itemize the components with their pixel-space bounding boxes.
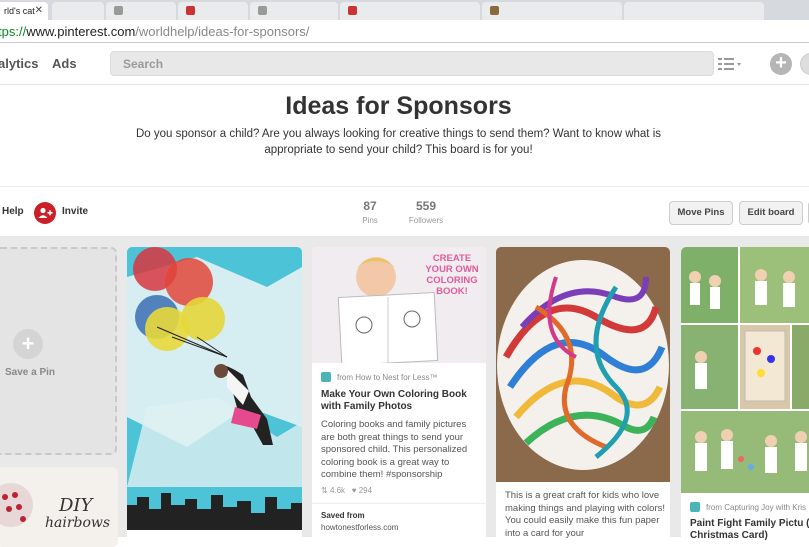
pin-card[interactable]: DIY hairbows bbox=[0, 467, 118, 547]
add-pin-button[interactable]: + bbox=[770, 53, 792, 75]
search-input[interactable]: Search bbox=[110, 51, 714, 76]
nav-ads[interactable]: Ads bbox=[52, 56, 77, 71]
pin-title[interactable]: Make Your Own Coloring Book with Family … bbox=[321, 389, 481, 413]
help-link[interactable]: Help bbox=[2, 206, 24, 217]
board-action-bar: Help Invite 87 Pins 559 Followers Move P… bbox=[0, 187, 809, 237]
save-pin-label: Save a Pin bbox=[5, 367, 56, 378]
pin-image-text: hairbows bbox=[45, 515, 111, 531]
browser-tab[interactable] bbox=[482, 2, 622, 20]
pin-description: Coloring books and family pictures are b… bbox=[321, 419, 468, 480]
browser-tab[interactable] bbox=[250, 2, 338, 20]
avatar[interactable] bbox=[800, 53, 809, 75]
search-placeholder: Search bbox=[123, 57, 164, 71]
pin-card[interactable]: from Capturing Joy with Kris Paint Fight… bbox=[681, 247, 809, 547]
repin-icon: ⇅ bbox=[321, 486, 330, 495]
browser-tab-bar: rld's cat ✕ bbox=[0, 0, 809, 20]
save-pin-placeholder[interactable]: + Save a Pin bbox=[0, 247, 117, 455]
edit-board-button[interactable]: Edit board bbox=[739, 201, 803, 225]
url-text[interactable]: tps://www.pinterest.com/worldhelp/ideas-… bbox=[0, 24, 309, 39]
browser-tab[interactable] bbox=[106, 2, 176, 20]
pin-image bbox=[496, 247, 670, 482]
pin-card[interactable]: CREATE YOUR OWN COLORING BOOK! from How … bbox=[312, 247, 486, 547]
pin-source[interactable]: from How to Nest for Less™ bbox=[321, 372, 437, 382]
heart-icon: ♥ bbox=[347, 486, 359, 495]
pin-grid: + Save a Pin DIY hairbows CREATE YOUR OW… bbox=[0, 237, 809, 547]
saved-from-url[interactable]: howtonestforless.com bbox=[321, 523, 398, 532]
invite-icon[interactable] bbox=[34, 202, 56, 224]
browser-tab-active[interactable]: rld's cat ✕ bbox=[0, 2, 48, 20]
board-title: Ideas for Sponsors bbox=[285, 92, 512, 120]
plus-icon: + bbox=[13, 329, 43, 359]
browser-tab[interactable] bbox=[52, 2, 104, 20]
pin-title[interactable]: Paint Fight Family Pictu (Our Christmas … bbox=[690, 518, 809, 542]
pin-image-text: DIY bbox=[59, 495, 93, 516]
list-view-icon[interactable] bbox=[718, 57, 742, 71]
browser-tab[interactable] bbox=[624, 2, 764, 20]
board-header: Ideas for Sponsors Do you sponsor a chil… bbox=[0, 85, 809, 187]
browser-tab[interactable] bbox=[340, 2, 480, 20]
followers-stat[interactable]: 559 Followers bbox=[406, 199, 446, 225]
pin-card[interactable]: This is a great craft for kids who love … bbox=[496, 247, 670, 547]
pin-source[interactable]: from Capturing Joy with Kris bbox=[690, 502, 806, 512]
browser-tab[interactable] bbox=[178, 2, 248, 20]
top-nav: alytics Ads Search + bbox=[0, 43, 809, 85]
address-bar[interactable]: tps://www.pinterest.com/worldhelp/ideas-… bbox=[0, 20, 809, 43]
close-tab-icon[interactable]: ✕ bbox=[35, 5, 43, 16]
pins-stat[interactable]: 87 Pins bbox=[356, 199, 384, 225]
divider bbox=[312, 503, 486, 504]
board-description: Do you sponsor a child? Are you always l… bbox=[135, 128, 661, 156]
source-icon bbox=[690, 502, 700, 512]
move-pins-button[interactable]: Move Pins bbox=[669, 201, 733, 225]
nav-analytics[interactable]: alytics bbox=[0, 56, 38, 71]
pin-image bbox=[681, 247, 809, 493]
source-icon bbox=[321, 372, 331, 382]
pin-stats: ⇅ 4.6k ♥ 294 bbox=[321, 486, 373, 495]
pin-card[interactable] bbox=[127, 247, 302, 542]
pin-image-text: CREATE YOUR OWN COLORING BOOK! bbox=[425, 253, 479, 297]
pin-description: This is a great craft for kids who love … bbox=[505, 490, 666, 539]
invite-link[interactable]: Invite bbox=[62, 206, 88, 217]
pin-image bbox=[127, 247, 302, 530]
saved-from-label: Saved from bbox=[321, 511, 365, 520]
